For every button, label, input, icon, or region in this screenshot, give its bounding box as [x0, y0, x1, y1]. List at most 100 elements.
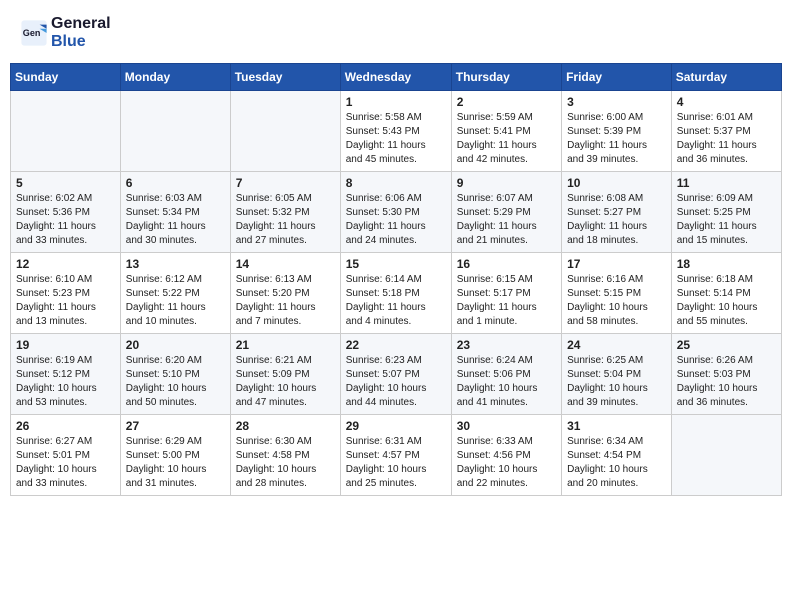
- logo-text: General Blue: [51, 15, 111, 50]
- day-number: 25: [677, 338, 776, 352]
- day-number: 10: [567, 176, 666, 190]
- calendar-cell: 17 Sunrise: 6:16 AM Sunset: 5:15 PM Dayli…: [562, 253, 672, 334]
- day-number: 3: [567, 95, 666, 109]
- day-info: Sunrise: 6:34 AM Sunset: 4:54 PM Dayligh…: [567, 435, 666, 491]
- calendar-cell: 8Sunrise: 6:06 AM Sunset: 5:30 PM Daylig…: [340, 172, 451, 253]
- day-number: 22: [346, 338, 446, 352]
- calendar-cell: 20Sunrise: 6:20 AM Sunset: 5:10 PM Dayli…: [120, 334, 230, 415]
- day-info: Sunrise: 6:10 AM Sunset: 5:23 PM Dayligh…: [16, 273, 115, 329]
- day-number: 28: [236, 419, 335, 433]
- day-number: 9: [457, 176, 556, 190]
- calendar-cell: 25Sunrise: 6:26 AM Sunset: 5:03 PM Dayli…: [671, 334, 781, 415]
- calendar-cell: 14 Sunrise: 6:13 AM Sunset: 5:20 PM Dayli…: [230, 253, 340, 334]
- day-number: 15: [346, 257, 446, 271]
- day-number: 20: [126, 338, 225, 352]
- calendar-cell: 16 Sunrise: 6:15 AM Sunset: 5:17 PM Dayli…: [451, 253, 561, 334]
- day-number: 2: [457, 95, 556, 109]
- calendar-cell: 21Sunrise: 6:21 AM Sunset: 5:09 PM Dayli…: [230, 334, 340, 415]
- day-number: 12: [16, 257, 115, 271]
- calendar-cell: 29 Sunrise: 6:31 AM Sunset: 4:57 PM Dayli…: [340, 415, 451, 496]
- day-info: Sunrise: 6:03 AM Sunset: 5:34 PM Dayligh…: [126, 192, 225, 248]
- calendar-week-row: 26 Sunrise: 6:27 AM Sunset: 5:01 PM Dayli…: [11, 415, 782, 496]
- day-info: Sunrise: 6:23 AM Sunset: 5:07 PM Dayligh…: [346, 354, 446, 410]
- calendar-weekday-sunday: Sunday: [11, 64, 121, 91]
- day-number: 14: [236, 257, 335, 271]
- day-info: Sunrise: 6:12 AM Sunset: 5:22 PM Dayligh…: [126, 273, 225, 329]
- day-number: 17: [567, 257, 666, 271]
- calendar-header-row: SundayMondayTuesdayWednesdayThursdayFrid…: [11, 64, 782, 91]
- calendar-cell: 7 Sunrise: 6:05 AM Sunset: 5:32 PM Daylig…: [230, 172, 340, 253]
- calendar-cell: [11, 91, 121, 172]
- day-info: Sunrise: 6:18 AM Sunset: 5:14 PM Dayligh…: [677, 273, 776, 329]
- calendar-cell: 13 Sunrise: 6:12 AM Sunset: 5:22 PM Dayli…: [120, 253, 230, 334]
- calendar-weekday-wednesday: Wednesday: [340, 64, 451, 91]
- day-info: Sunrise: 6:16 AM Sunset: 5:15 PM Dayligh…: [567, 273, 666, 329]
- calendar-cell: 22 Sunrise: 6:23 AM Sunset: 5:07 PM Dayli…: [340, 334, 451, 415]
- day-info: Sunrise: 6:30 AM Sunset: 4:58 PM Dayligh…: [236, 435, 335, 491]
- day-info: Sunrise: 6:14 AM Sunset: 5:18 PM Dayligh…: [346, 273, 446, 329]
- svg-text:Gen: Gen: [23, 27, 41, 37]
- day-info: Sunrise: 6:02 AM Sunset: 5:36 PM Dayligh…: [16, 192, 115, 248]
- calendar-cell: 26 Sunrise: 6:27 AM Sunset: 5:01 PM Dayli…: [11, 415, 121, 496]
- calendar-cell: 9 Sunrise: 6:07 AM Sunset: 5:29 PM Daylig…: [451, 172, 561, 253]
- day-info: Sunrise: 6:31 AM Sunset: 4:57 PM Dayligh…: [346, 435, 446, 491]
- day-info: Sunrise: 6:25 AM Sunset: 5:04 PM Dayligh…: [567, 354, 666, 410]
- day-info: Sunrise: 6:13 AM Sunset: 5:20 PM Dayligh…: [236, 273, 335, 329]
- calendar-table: SundayMondayTuesdayWednesdayThursdayFrid…: [10, 63, 782, 496]
- day-number: 7: [236, 176, 335, 190]
- calendar-cell: 30Sunrise: 6:33 AM Sunset: 4:56 PM Dayli…: [451, 415, 561, 496]
- calendar-weekday-thursday: Thursday: [451, 64, 561, 91]
- day-number: 11: [677, 176, 776, 190]
- day-number: 26: [16, 419, 115, 433]
- calendar-cell: 24Sunrise: 6:25 AM Sunset: 5:04 PM Dayli…: [562, 334, 672, 415]
- day-info: Sunrise: 6:07 AM Sunset: 5:29 PM Dayligh…: [457, 192, 556, 248]
- calendar-cell: [230, 91, 340, 172]
- calendar-cell: 11 Sunrise: 6:09 AM Sunset: 5:25 PM Dayli…: [671, 172, 781, 253]
- day-number: 8: [346, 176, 446, 190]
- calendar-cell: 28 Sunrise: 6:30 AM Sunset: 4:58 PM Dayli…: [230, 415, 340, 496]
- calendar-weekday-tuesday: Tuesday: [230, 64, 340, 91]
- day-number: 16: [457, 257, 556, 271]
- calendar-weekday-friday: Friday: [562, 64, 672, 91]
- day-info: Sunrise: 6:05 AM Sunset: 5:32 PM Dayligh…: [236, 192, 335, 248]
- day-info: Sunrise: 5:59 AM Sunset: 5:41 PM Dayligh…: [457, 111, 556, 167]
- day-number: 18: [677, 257, 776, 271]
- day-number: 19: [16, 338, 115, 352]
- calendar-week-row: 5 Sunrise: 6:02 AM Sunset: 5:36 PM Daylig…: [11, 172, 782, 253]
- day-info: Sunrise: 6:00 AM Sunset: 5:39 PM Dayligh…: [567, 111, 666, 167]
- day-info: Sunrise: 6:09 AM Sunset: 5:25 PM Dayligh…: [677, 192, 776, 248]
- header: Gen General Blue: [10, 10, 782, 55]
- calendar-cell: 18 Sunrise: 6:18 AM Sunset: 5:14 PM Dayli…: [671, 253, 781, 334]
- day-info: Sunrise: 6:29 AM Sunset: 5:00 PM Dayligh…: [126, 435, 225, 491]
- logo-icon: Gen: [20, 19, 48, 47]
- calendar-week-row: 12 Sunrise: 6:10 AM Sunset: 5:23 PM Dayli…: [11, 253, 782, 334]
- calendar-cell: 23Sunrise: 6:24 AM Sunset: 5:06 PM Dayli…: [451, 334, 561, 415]
- day-info: Sunrise: 6:21 AM Sunset: 5:09 PM Dayligh…: [236, 354, 335, 410]
- calendar-cell: 19Sunrise: 6:19 AM Sunset: 5:12 PM Dayli…: [11, 334, 121, 415]
- day-info: Sunrise: 5:58 AM Sunset: 5:43 PM Dayligh…: [346, 111, 446, 167]
- calendar-cell: 6Sunrise: 6:03 AM Sunset: 5:34 PM Daylig…: [120, 172, 230, 253]
- logo: Gen General Blue: [20, 15, 111, 50]
- calendar-cell: 4 Sunrise: 6:01 AM Sunset: 5:37 PM Daylig…: [671, 91, 781, 172]
- day-info: Sunrise: 6:01 AM Sunset: 5:37 PM Dayligh…: [677, 111, 776, 167]
- calendar-cell: [120, 91, 230, 172]
- day-number: 13: [126, 257, 225, 271]
- day-info: Sunrise: 6:08 AM Sunset: 5:27 PM Dayligh…: [567, 192, 666, 248]
- day-number: 29: [346, 419, 446, 433]
- calendar-week-row: 19Sunrise: 6:19 AM Sunset: 5:12 PM Dayli…: [11, 334, 782, 415]
- day-number: 5: [16, 176, 115, 190]
- day-number: 27: [126, 419, 225, 433]
- day-number: 1: [346, 95, 446, 109]
- calendar-cell: 15 Sunrise: 6:14 AM Sunset: 5:18 PM Dayli…: [340, 253, 451, 334]
- day-info: Sunrise: 6:15 AM Sunset: 5:17 PM Dayligh…: [457, 273, 556, 329]
- calendar-week-row: 1 Sunrise: 5:58 AM Sunset: 5:43 PM Daylig…: [11, 91, 782, 172]
- day-info: Sunrise: 6:27 AM Sunset: 5:01 PM Dayligh…: [16, 435, 115, 491]
- calendar-cell: [671, 415, 781, 496]
- day-info: Sunrise: 6:24 AM Sunset: 5:06 PM Dayligh…: [457, 354, 556, 410]
- day-number: 30: [457, 419, 556, 433]
- day-number: 4: [677, 95, 776, 109]
- day-number: 31: [567, 419, 666, 433]
- calendar-weekday-saturday: Saturday: [671, 64, 781, 91]
- calendar-cell: 12 Sunrise: 6:10 AM Sunset: 5:23 PM Dayli…: [11, 253, 121, 334]
- calendar-cell: 31 Sunrise: 6:34 AM Sunset: 4:54 PM Dayli…: [562, 415, 672, 496]
